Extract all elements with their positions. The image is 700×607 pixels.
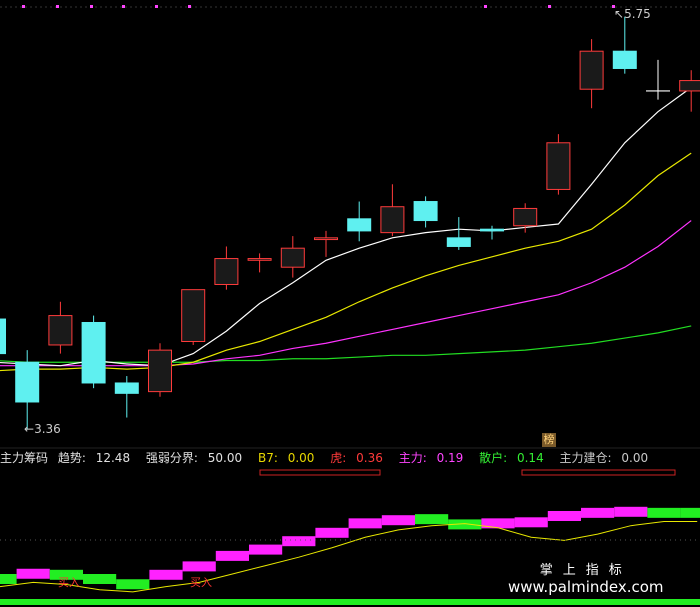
top-marker-2 [90,5,93,8]
top-marker-3 [122,5,125,8]
indicator-item-boundary: 强弱分界: 50.00 [145,451,243,465]
indicator-item-main-force: 主力: 0.19 [398,451,464,465]
indicator-item-retail: 散户: 0.14 [479,451,544,465]
candle-body-7 [214,258,239,285]
step-block-21 [680,507,700,518]
step-block-15 [481,518,515,529]
step-block-19 [614,506,648,517]
candle-body-4 [114,382,139,394]
watermark-title: 掌上指标 [539,563,632,578]
candle-body-11 [347,218,372,232]
candle-body-14 [446,237,471,247]
kline-chart[interactable] [0,0,700,607]
top-marker-7 [548,5,551,8]
indicator-item-trend: 趋势: 12.48 [57,451,131,465]
indicator-info-bar: 主力筹码 趋势: 12.48 强弱分界: 50.00 B7: 0.00 虎: 0… [0,449,660,467]
indicator-item-tiger: 虎: 0.36 [330,451,383,465]
rank-tag[interactable]: 榜 [542,433,556,447]
step-block-7 [215,550,249,561]
indicator-title: 主力筹码 [0,451,49,465]
signal-box-1 [259,469,381,476]
candle-body-5 [148,349,172,393]
step-block-11 [348,518,382,529]
step-block-9 [282,536,316,547]
step-block-10 [315,527,349,538]
candle-body-3 [81,321,106,384]
candle-body-8 [247,258,272,261]
indicator-item-b7: B7: 0.00 [257,451,315,465]
step-block-13 [415,514,449,525]
price-high-label: ↖5.75 [614,7,651,21]
step-block-12 [381,515,415,526]
step-block-17 [547,511,581,521]
indicator-item-accumulation: 主力建仓: 0.00 [559,451,649,465]
step-block-0 [0,574,17,584]
candle-body-2 [48,315,73,346]
step-block-3 [83,574,117,584]
candle-body-15 [480,228,504,232]
candle-body-6 [181,289,206,343]
top-marker-0 [22,5,25,8]
watermark-url: www.palmindex.com [508,578,664,596]
candle-body-16 [513,207,538,227]
candle-body-13 [413,201,438,222]
candle-body-18 [579,50,604,90]
price-high-value: 5.75 [624,7,651,21]
watermark: 掌上指标 www.palmindex.com [508,559,664,596]
candle-body-12 [380,206,405,234]
buy-signal-1: 买入 [58,576,80,589]
step-block-16 [514,517,548,528]
candle-body-10 [314,237,338,241]
buy-signal-2: 买入 [190,576,212,589]
price-low-label: ←3.36 [24,422,61,436]
bottom-baseline-bar [0,599,700,605]
step-block-1 [16,568,50,579]
top-marker-6 [484,5,487,8]
candle-body-0 [0,318,6,355]
candle-body-19 [612,50,637,69]
top-marker-5 [188,5,191,8]
candle-body-17 [546,142,571,190]
candle-body-1 [15,361,40,403]
step-block-6 [182,561,216,572]
step-block-18 [581,507,615,518]
signal-box-2 [521,469,676,476]
candle-body-9 [280,247,305,268]
step-block-8 [249,544,283,555]
price-low-value: 3.36 [34,422,61,436]
candle-body-21 [679,80,700,92]
top-marker-4 [155,5,158,8]
top-marker-1 [56,5,59,8]
step-block-20 [647,507,681,518]
step-block-4 [116,579,150,590]
step-block-5 [149,569,183,580]
